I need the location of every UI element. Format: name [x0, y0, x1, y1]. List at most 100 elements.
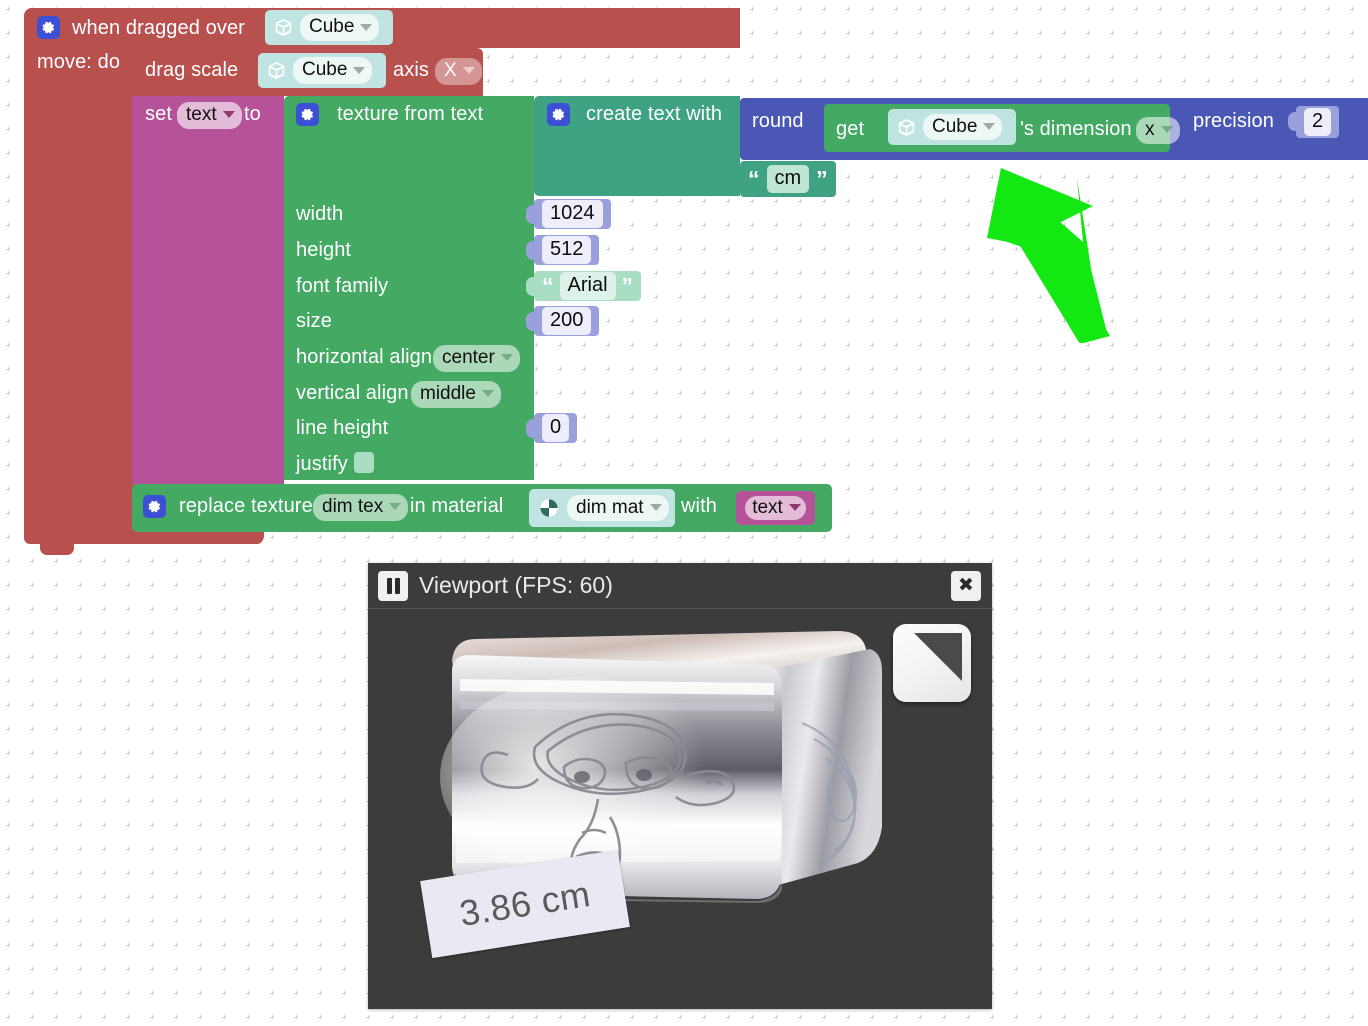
replace-texture-dropdown[interactable]: dim tex [313, 494, 409, 521]
view-orientation-gizmo[interactable] [893, 624, 971, 702]
value-font-family[interactable]: Arial [559, 272, 616, 300]
event-object-dropdown[interactable]: Cube [300, 14, 380, 41]
pause-icon[interactable] [378, 570, 408, 601]
chevron-down-icon[interactable] [353, 66, 366, 74]
texture-field-label-size: size [296, 310, 332, 332]
texture-field-label-font-family: font family [296, 275, 389, 297]
replace-texture-gear-icon[interactable] [143, 495, 166, 519]
block-plug [526, 419, 535, 438]
event-block-label: when dragged over [72, 17, 245, 39]
quote-close-icon: ” [816, 165, 828, 192]
viewport-header[interactable]: Viewport (FPS: 60) ✖ [368, 563, 992, 609]
set-variable-label-before: set [145, 103, 172, 125]
chevron-down-icon[interactable] [1160, 126, 1173, 134]
get-dimension-object-value: Cube [932, 115, 978, 137]
block-plug [732, 169, 741, 188]
chevron-down-icon[interactable] [462, 67, 475, 75]
value-block-cm-string[interactable]: “ cm ” [732, 161, 836, 197]
drag-scale-axis-value: X [444, 60, 457, 81]
gear-icon[interactable] [143, 495, 166, 518]
quote-open-icon: “ [748, 165, 760, 192]
gear-icon[interactable] [37, 16, 60, 39]
chevron-down-icon[interactable] [389, 503, 402, 511]
cube-icon [896, 117, 917, 138]
viewport-title: Viewport (FPS: 60) [419, 572, 613, 598]
viewport-panel[interactable]: Viewport (FPS: 60) ✖ 3.86 cm [368, 563, 992, 1009]
create-text-with-title: create text with [586, 103, 723, 125]
value-block-precision[interactable]: 2 [1288, 106, 1340, 138]
get-dimension-axis-value: x [1145, 119, 1155, 140]
block-plug [526, 312, 535, 331]
texture-field-label-vertical-align: vertical align [296, 382, 409, 404]
value-precision[interactable]: 2 [1304, 108, 1332, 136]
pause-bar-left [386, 577, 392, 594]
replace-texture-label: replace texture [179, 495, 313, 517]
get-dimension-label: get [836, 118, 865, 140]
texture-field-label-width: width [296, 203, 344, 225]
chrome-box-object[interactable] [430, 627, 900, 907]
gear-icon[interactable] [296, 103, 319, 126]
value-block-size[interactable]: 200 [526, 306, 600, 336]
create-text-with-gear-icon[interactable] [547, 103, 570, 127]
value-block-width[interactable]: 1024 [526, 199, 611, 229]
quote-close-icon: ” [621, 272, 634, 299]
value-size[interactable]: 200 [542, 307, 592, 335]
replace-texture-material-value: dim mat [576, 496, 644, 518]
event-block-substack-label: move: do [37, 51, 121, 73]
value-block-font-family[interactable]: “ Arial ” [526, 271, 642, 301]
round-precision-label: precision [1193, 110, 1274, 132]
cube-icon [273, 17, 294, 38]
drag-scale-axis-dropdown[interactable]: X [435, 58, 482, 85]
texture-field-horizontal-align-dropdown[interactable]: center [433, 345, 520, 372]
chevron-down-icon[interactable] [649, 504, 662, 511]
texture-field-vertical-align-dropdown[interactable]: middle [411, 381, 501, 408]
material-sphere-icon [538, 497, 560, 519]
close-glyph: ✖ [958, 575, 974, 596]
replace-texture-with-label: with [681, 495, 717, 517]
chevron-down-icon[interactable] [983, 123, 996, 130]
chevron-down-icon[interactable] [788, 504, 801, 511]
texture-field-label-line-height: line height [296, 417, 389, 439]
dimension-label-text: 3.86 cm [456, 872, 594, 935]
drag-scale-label: drag scale [145, 59, 239, 81]
value-block-height[interactable]: 512 [526, 235, 600, 265]
value-line-height[interactable]: 0 [542, 414, 570, 442]
close-icon[interactable]: ✖ [951, 570, 981, 601]
chevron-down-icon[interactable] [500, 354, 513, 362]
gear-icon[interactable] [547, 103, 570, 126]
texture-from-text-gear-icon[interactable] [296, 103, 319, 127]
replace-texture-material-dropdown[interactable]: dim mat [567, 494, 669, 522]
texture-field-label-horizontal-align: horizontal align [296, 346, 433, 368]
get-dimension-object-field[interactable]: Cube [888, 109, 1016, 145]
texture-field-horizontal-align-value: center [442, 347, 495, 368]
value-block-line-height[interactable]: 0 [526, 413, 578, 443]
set-variable-dropdown[interactable]: text [177, 102, 242, 129]
value-cm-string[interactable]: cm [766, 165, 810, 193]
viewport-canvas[interactable]: 3.86 cm [368, 609, 992, 1009]
chevron-down-icon[interactable] [222, 111, 235, 119]
block-plug [526, 277, 535, 296]
drag-scale-object-field[interactable]: Cube [258, 53, 386, 88]
annotation-arrow-icon [987, 168, 1110, 343]
get-dimension-object-dropdown[interactable]: Cube [923, 113, 1003, 141]
replace-texture-with-dropdown[interactable]: text [745, 495, 806, 521]
texture-field-label-justify: justify [296, 453, 348, 475]
value-width[interactable]: 1024 [542, 200, 603, 228]
block-plug [526, 205, 535, 224]
set-variable-label-after: to [244, 103, 261, 125]
pause-bar-right [394, 577, 400, 594]
value-height[interactable]: 512 [542, 236, 592, 264]
block-set-variable[interactable] [132, 96, 284, 484]
chevron-down-icon[interactable] [360, 23, 373, 31]
replace-texture-material-field[interactable]: dim mat [529, 489, 675, 527]
texture-field-label-height: height [296, 239, 352, 261]
replace-texture-with-variable[interactable]: text [736, 491, 815, 525]
event-block-gear-icon[interactable] [37, 16, 60, 40]
get-dimension-axis-dropdown[interactable]: x [1136, 117, 1180, 144]
block-plug [526, 241, 535, 260]
chevron-down-icon[interactable] [481, 390, 494, 398]
get-dimension-suffix-label: 's dimension [1020, 118, 1132, 140]
texture-field-justify-checkbox[interactable] [354, 452, 374, 473]
drag-scale-object-dropdown[interactable]: Cube [293, 57, 373, 84]
event-object-field[interactable]: Cube [265, 10, 393, 45]
